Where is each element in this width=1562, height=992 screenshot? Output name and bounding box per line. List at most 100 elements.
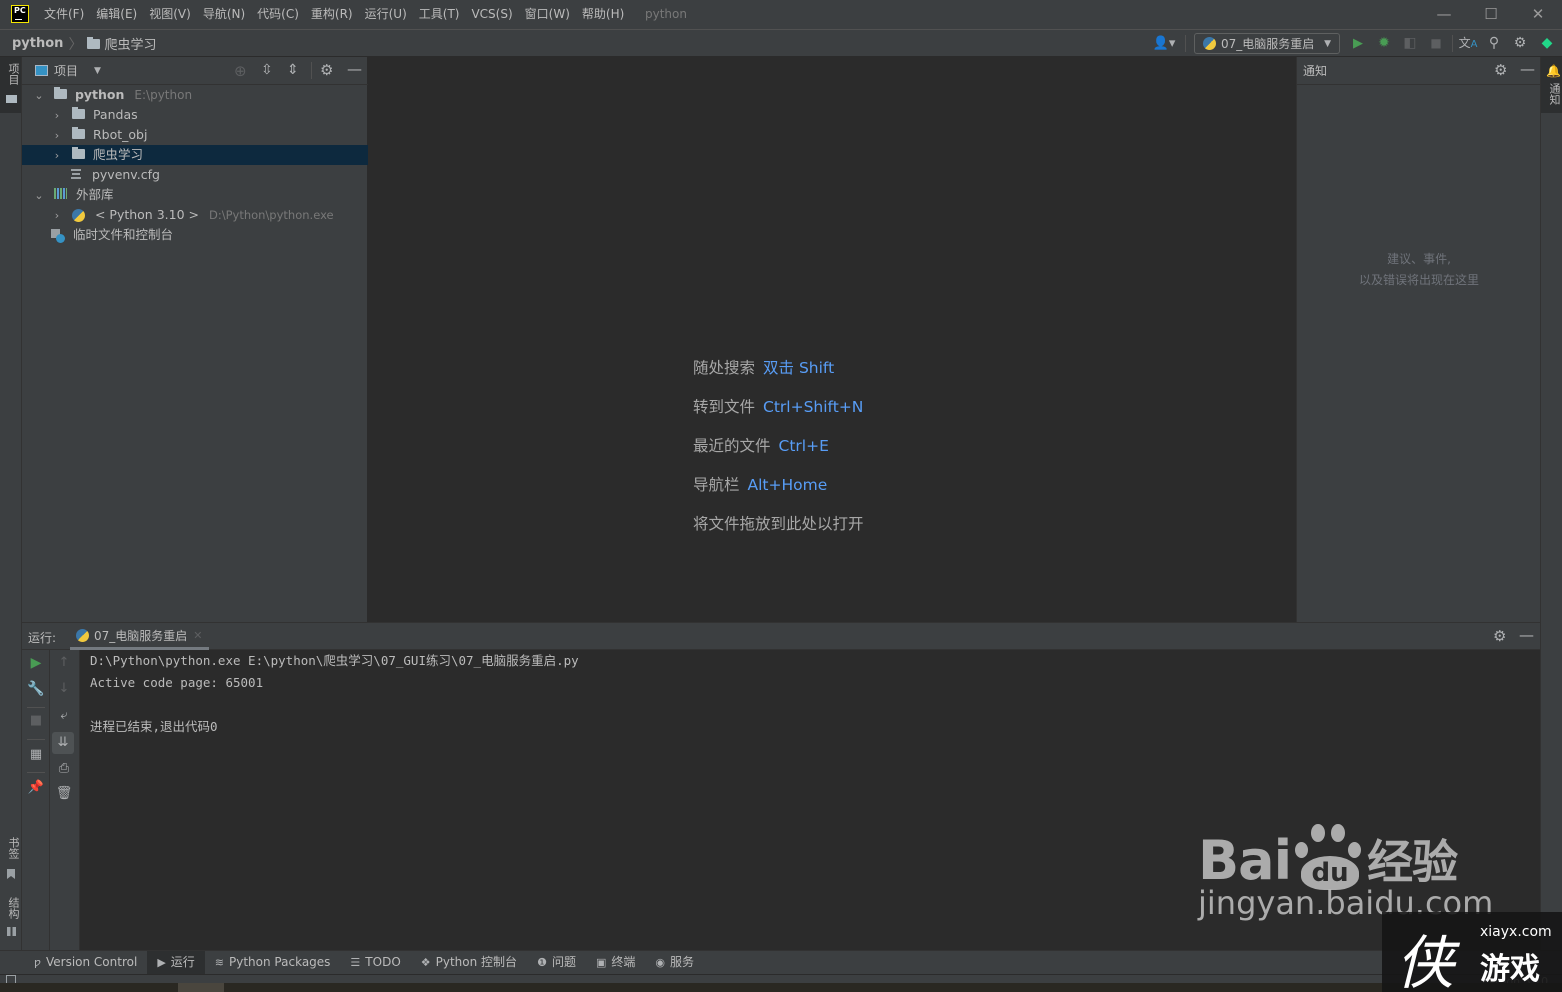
maximize-button[interactable]: ☐ (1468, 0, 1514, 29)
menu-file[interactable]: 文件(F) (38, 0, 90, 29)
settings-icon[interactable]: ⚙ (1494, 61, 1507, 79)
chevron-right-icon[interactable]: › (50, 206, 64, 226)
tool-label: Python 控制台 (435, 955, 518, 969)
translate-icon[interactable]: 文A (1457, 30, 1479, 57)
tree-item-pandas[interactable]: › Pandas (22, 105, 368, 125)
soft-wrap-icon[interactable]: ⤶ (50, 708, 78, 723)
chevron-right-icon[interactable]: › (50, 126, 64, 146)
menu-refactor[interactable]: 重构(R) (305, 0, 359, 29)
menu-vcs[interactable]: VCS(S) (465, 0, 518, 29)
settings-icon[interactable]: ⚙ (1509, 30, 1531, 57)
run-panel: 运行: 07_电脑服务重启 ✕ ⚙ — ▶ 🔧 ■ ▦ 📌 ↑ ↓ ⤶ ⇊ ⎙ … (22, 622, 1540, 951)
tool-python-packages[interactable]: ≋ Python Packages (205, 951, 341, 974)
pin-icon[interactable]: 📌 (22, 780, 50, 795)
stop-icon[interactable]: ■ (1425, 30, 1447, 57)
tool-todo[interactable]: ☰ TODO (340, 951, 410, 974)
tree-item-scratches[interactable]: 临时文件和控制台 (22, 225, 368, 245)
editor-empty-state[interactable]: 随处搜索 双击 Shift 转到文件 Ctrl+Shift+N 最近的文件 Ctrl+… (368, 57, 1296, 622)
pycharm-logo-icon[interactable]: PC (11, 5, 29, 23)
notifications-header: 通知 ⚙ — (1297, 57, 1541, 85)
layout-icon[interactable]: ▦ (22, 747, 50, 762)
bookmarks-tool-button[interactable]: 书签 (0, 837, 21, 887)
tool-run[interactable]: ▶ 运行 (147, 951, 205, 974)
minimize-button[interactable]: — (1421, 0, 1467, 29)
menu-code[interactable]: 代码(C) (251, 0, 305, 29)
tree-item-python-sdk[interactable]: › < Python 3.10 > D:\Python\python.exe (22, 205, 368, 225)
menu-view[interactable]: 视图(V) (143, 0, 197, 29)
project-panel-header: 项目 ▼ ⊕ ⇳ ⇕ ⚙ — (22, 57, 368, 85)
project-tool-button[interactable]: 项目 (0, 57, 21, 113)
expand-all-icon[interactable]: ⇳ (261, 62, 273, 78)
tool-services[interactable]: ◉ 服务 (645, 951, 704, 974)
locate-file-icon[interactable]: ⊕ (234, 62, 247, 80)
hide-panel-icon[interactable]: — (347, 60, 362, 78)
close-button[interactable]: ✕ (1515, 0, 1561, 29)
menu-window[interactable]: 窗口(W) (519, 0, 576, 29)
hide-panel-icon[interactable]: — (1520, 60, 1535, 78)
hint-label: 转到文件 (693, 398, 756, 416)
rerun-icon[interactable]: ▶ (22, 655, 50, 671)
structure-tool-button[interactable]: 结构 (0, 897, 21, 942)
menu-edit[interactable]: 编辑(E) (90, 0, 143, 29)
trash-icon[interactable]: 🗑 (50, 786, 78, 801)
arrow-down-icon[interactable]: ↓ (50, 681, 78, 696)
chevron-right-icon[interactable]: › (50, 106, 64, 126)
jetbrains-toolbox-icon[interactable]: ◆ (1536, 30, 1558, 57)
run-configuration-select[interactable]: 07_电脑服务重启 ▼ (1194, 33, 1340, 54)
arrow-up-icon[interactable]: ↑ (50, 655, 78, 670)
toolbar-separator (27, 772, 45, 773)
tool-version-control[interactable]: ƿ Version Control (24, 951, 147, 974)
bell-icon: 🔔 (1546, 64, 1561, 78)
tool-terminal[interactable]: ▣ 终端 (586, 951, 645, 974)
todo-icon: ☰ (350, 956, 361, 969)
tree-item-rbot-obj[interactable]: › Rbot_obj (22, 125, 368, 145)
tree-item-crawler[interactable]: › 爬虫学习 (22, 145, 368, 165)
scratch-icon (50, 228, 65, 243)
search-icon[interactable]: ⚲ (1483, 30, 1505, 57)
config-file-icon (70, 169, 81, 179)
collapse-all-icon[interactable]: ⇕ (287, 62, 299, 78)
hide-panel-icon[interactable]: — (1519, 626, 1534, 644)
tree-item-pyvenv-cfg[interactable]: pyvenv.cfg (22, 165, 368, 185)
console-output[interactable]: D:\Python\python.exe E:\python\爬虫学习\07_G… (90, 650, 1530, 738)
folder-icon (87, 36, 101, 49)
window-title: python (645, 7, 687, 21)
run-icon[interactable]: ▶ (1347, 30, 1369, 57)
notifications-tool-button[interactable]: 🔔 通知 (1541, 57, 1562, 113)
breadcrumb-folder[interactable]: 爬虫学习 (104, 34, 156, 53)
tool-problems[interactable]: ❶ 问题 (527, 951, 586, 974)
menu-navigate[interactable]: 导航(N) (197, 0, 251, 29)
edit-configuration-icon[interactable]: 🔧 (22, 681, 50, 697)
chevron-down-icon[interactable]: ⌄ (32, 86, 46, 106)
scroll-to-end-icon[interactable]: ⇊ (52, 732, 74, 754)
settings-icon[interactable]: ⚙ (320, 61, 333, 79)
project-view-selector[interactable]: 项目 ▼ (35, 62, 101, 79)
hint-drop-files: 将文件拖放到此处以打开 (693, 512, 864, 534)
toggle-tool-windows-icon[interactable] (6, 975, 16, 983)
settings-icon[interactable]: ⚙ (1493, 627, 1506, 645)
menu-tools[interactable]: 工具(T) (413, 0, 466, 29)
tree-item-external-libraries[interactable]: ⌄ 外部库 (22, 185, 368, 205)
python-icon (76, 628, 89, 642)
breadcrumb-root[interactable]: python (12, 36, 63, 51)
menu-run[interactable]: 运行(U) (359, 0, 413, 29)
debug-icon[interactable]: ✹ (1373, 30, 1395, 57)
stop-icon[interactable]: ■ (22, 713, 50, 728)
tree-item-label: 外部库 (75, 187, 114, 202)
taskbar-item[interactable] (178, 983, 224, 992)
chevron-right-icon[interactable]: › (50, 146, 64, 166)
tool-label: 问题 (551, 955, 576, 969)
tree-item-python-root[interactable]: ⌄ python E:\python (22, 85, 368, 105)
print-icon[interactable]: ⎙ (50, 761, 78, 776)
menu-help[interactable]: 帮助(H) (576, 0, 630, 29)
folder-icon (71, 147, 85, 159)
chevron-down-icon: ▼ (1324, 38, 1331, 49)
chevron-down-icon[interactable]: ⌄ (32, 186, 46, 206)
coverage-icon[interactable]: ◧ (1399, 30, 1421, 57)
logo-text: PC (14, 6, 26, 15)
user-icon[interactable]: 👤▾ (1150, 30, 1178, 57)
run-tab[interactable]: 07_电脑服务重启 ✕ (70, 623, 209, 650)
tool-python-console[interactable]: ❖ Python 控制台 (411, 951, 527, 974)
close-tab-icon[interactable]: ✕ (193, 629, 202, 642)
tool-label: 终端 (611, 955, 636, 969)
